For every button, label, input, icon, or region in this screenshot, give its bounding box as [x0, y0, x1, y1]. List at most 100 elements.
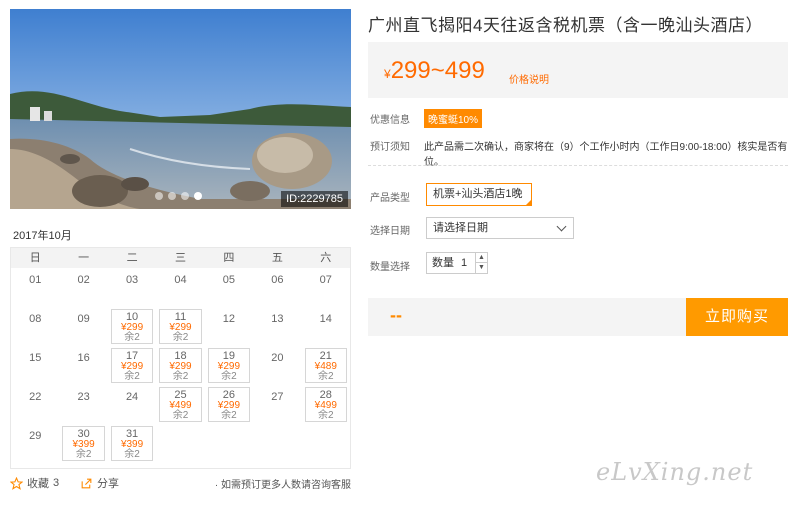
calendar-day-number: 06	[271, 274, 284, 286]
calendar-day: 13	[253, 307, 301, 346]
weekday-label: 三	[174, 252, 186, 264]
calendar-day-stock: 余2	[172, 371, 189, 382]
calendar-day-number: 15	[29, 352, 42, 364]
carousel-dot-active[interactable]	[194, 192, 202, 200]
buy-now-button[interactable]: 立即购买	[686, 298, 788, 336]
carousel-dots	[155, 192, 202, 200]
calendar-day-number: 24	[125, 391, 139, 403]
favorite-count: 3	[53, 477, 60, 489]
calendar-day-number: 02	[77, 274, 90, 286]
share-button[interactable]: 分享	[80, 475, 119, 491]
calendar-day-available[interactable]: 10 ¥299 余2	[110, 309, 154, 344]
calendar-day-number: 16	[77, 352, 90, 364]
calendar-day-stock: 余2	[221, 410, 237, 421]
calendar-day-available[interactable]: 19 ¥299 余2	[207, 348, 251, 383]
calendar-day: 04	[156, 268, 204, 307]
weekday-label: 六	[320, 252, 332, 264]
product-type-value: 机票+汕头酒店1晚	[433, 188, 523, 200]
favorite-button[interactable]: 收藏 3	[10, 475, 59, 491]
promo-label: 优惠信息	[370, 115, 410, 126]
price-range-value: 299~499	[390, 57, 485, 84]
calendar-day-available[interactable]: 21 ¥489 余2	[304, 348, 347, 383]
calendar-day-available[interactable]: 28 ¥499 余2	[304, 387, 347, 422]
notice-label: 预订须知	[370, 142, 410, 153]
calendar-day-stock: 余2	[124, 449, 140, 460]
calendar-day: 02	[59, 268, 107, 307]
calendar-day-number: 01	[29, 274, 42, 286]
calendar-day-number: 04	[174, 274, 187, 286]
quantity-stepper[interactable]: 数量 1 ▲ ▼	[426, 252, 488, 274]
share-label: 分享	[97, 478, 119, 490]
calendar-day-number: 03	[125, 274, 139, 286]
price-note-link[interactable]: 价格说明	[509, 71, 549, 86]
weekday-label: 二	[126, 252, 138, 264]
calendar-day: 08	[11, 307, 59, 346]
date-select[interactable]: 请选择日期	[426, 217, 574, 239]
weekday-label: 日	[29, 252, 41, 264]
calendar-day: 24	[108, 385, 156, 424]
calendar-day: 22	[11, 385, 59, 424]
carousel-dot[interactable]	[168, 192, 176, 200]
site-watermark: eLvXing.net	[596, 458, 754, 486]
calendar-day-available[interactable]: 25 ¥499 余2	[159, 387, 202, 422]
price-range: ¥299~499	[384, 57, 485, 85]
calendar-day: 05	[205, 268, 253, 307]
calendar-day-stock: 余2	[317, 371, 334, 382]
date-select-value: 请选择日期	[433, 222, 488, 234]
divider	[368, 165, 788, 166]
calendar-day-stock: 余2	[221, 371, 237, 382]
calendar-day: 03	[108, 268, 156, 307]
calendar-day-number: 27	[271, 391, 284, 403]
calendar-day-available[interactable]: 11 ¥299 余2	[159, 309, 202, 344]
calendar-day: 14	[302, 307, 350, 346]
star-icon	[10, 476, 23, 490]
consult-note: · 如需预订更多人数请咨询客服	[214, 480, 351, 491]
calendar-grid: 01 02 03 04 05 06 07 08 09 10 ¥299 余2 11 ¥299 余2 12 13 14…	[11, 268, 350, 463]
share-icon	[81, 478, 92, 488]
selected-corner-icon	[525, 199, 532, 206]
carousel-dot[interactable]	[181, 192, 189, 200]
carousel-dot[interactable]	[155, 192, 163, 200]
favorite-label: 收藏	[27, 478, 49, 490]
calendar-day-stock: 余2	[75, 449, 92, 460]
calendar-day-available[interactable]: 18 ¥299 余2	[159, 348, 202, 383]
photo-id-label: ID:2229785	[281, 191, 348, 207]
calendar-day-available[interactable]: 17 ¥299 余2	[110, 348, 154, 383]
calendar-day: 01	[11, 268, 59, 307]
calendar-day-number: 14	[319, 313, 332, 325]
calendar-day-stock: 余2	[317, 410, 334, 421]
calendar-day-stock: 余2	[124, 332, 140, 343]
calendar-day: 07	[302, 268, 350, 307]
calendar-day-number: 08	[29, 313, 42, 325]
price-panel: ¥299~499 价格说明	[368, 42, 788, 98]
calendar-day-available[interactable]: 26 ¥299 余2	[207, 387, 251, 422]
product-type-option[interactable]: 机票+汕头酒店1晚	[426, 183, 532, 206]
calendar-day: 16	[59, 346, 107, 385]
weekday-label: 四	[223, 252, 235, 264]
quantity-value[interactable]: 1	[461, 253, 467, 273]
calendar-day-number: 07	[319, 274, 332, 286]
quantity-decrement-button[interactable]: ▼	[475, 263, 487, 273]
calendar-day: 06	[253, 268, 301, 307]
calendar-day-number: 20	[271, 352, 284, 364]
calendar-day-number: 09	[77, 313, 90, 325]
month-tabs: 2017年10月	[10, 222, 351, 250]
product-title: 广州直飞揭阳4天往返含税机票（含一晚汕头酒店）	[368, 16, 763, 35]
calendar-day-number: 22	[29, 391, 42, 403]
purchase-bar: -- 立即购买	[368, 298, 788, 336]
calendar-day: 20	[253, 346, 301, 385]
product-photo[interactable]: ID:2229785	[10, 9, 351, 209]
product-actions: 收藏 3 分享 · 如需预订更多人数请咨询客服	[10, 472, 351, 492]
calendar-day: 15	[11, 346, 59, 385]
calendar-day-stock: 余2	[124, 371, 140, 382]
calendar-day-number: 13	[271, 313, 284, 325]
quantity-increment-button[interactable]: ▲	[475, 253, 487, 263]
total-price: --	[390, 305, 402, 325]
calendar-day-number: 29	[29, 430, 42, 442]
calendar-day-available[interactable]: 31 ¥399 余2	[110, 426, 154, 461]
product-type-label: 产品类型	[370, 193, 410, 204]
calendar-day-stock: 余2	[172, 332, 189, 343]
calendar-day: 23	[59, 385, 107, 424]
calendar-day-available[interactable]: 30 ¥399 余2	[62, 426, 105, 461]
calendar-day: 29	[11, 424, 59, 463]
